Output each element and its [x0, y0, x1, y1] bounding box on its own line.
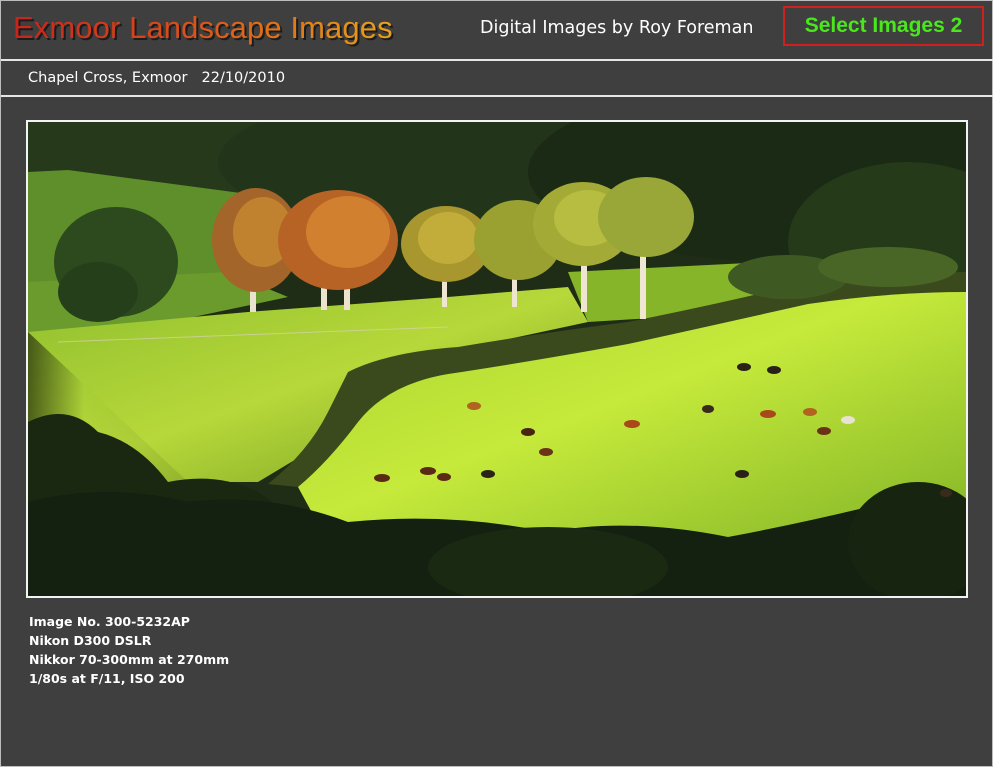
- camera-model: Nikon D300 DSLR: [29, 633, 152, 648]
- caption-date: 22/10/2010: [201, 70, 286, 86]
- header-divider-bottom: [1, 95, 993, 97]
- header-divider-top: [1, 59, 993, 61]
- lens-info: Nikkor 70-300mm at 270mm: [29, 652, 230, 667]
- exposure-info: 1/80s at F/11, ISO 200: [29, 671, 185, 686]
- select-images-button[interactable]: Select Images 2: [783, 6, 984, 46]
- page-frame: Exmoor Landscape Images Exmoor Landscape…: [0, 0, 993, 767]
- image-number: Image No. 300-5232AP: [29, 614, 190, 629]
- site-title[interactable]: Exmoor Landscape Images: [13, 7, 393, 49]
- landscape-photo-icon: [28, 122, 966, 596]
- image-details: Image No. 300-5232AP Nikon D300 DSLR Nik…: [29, 612, 229, 688]
- caption-location: Chapel Cross, Exmoor: [28, 70, 188, 86]
- photo-caption: Chapel Cross, Exmoor 22/10/2010: [28, 67, 285, 89]
- site-byline: Digital Images by Roy Foreman: [480, 18, 754, 38]
- landscape-photo[interactable]: [26, 120, 968, 598]
